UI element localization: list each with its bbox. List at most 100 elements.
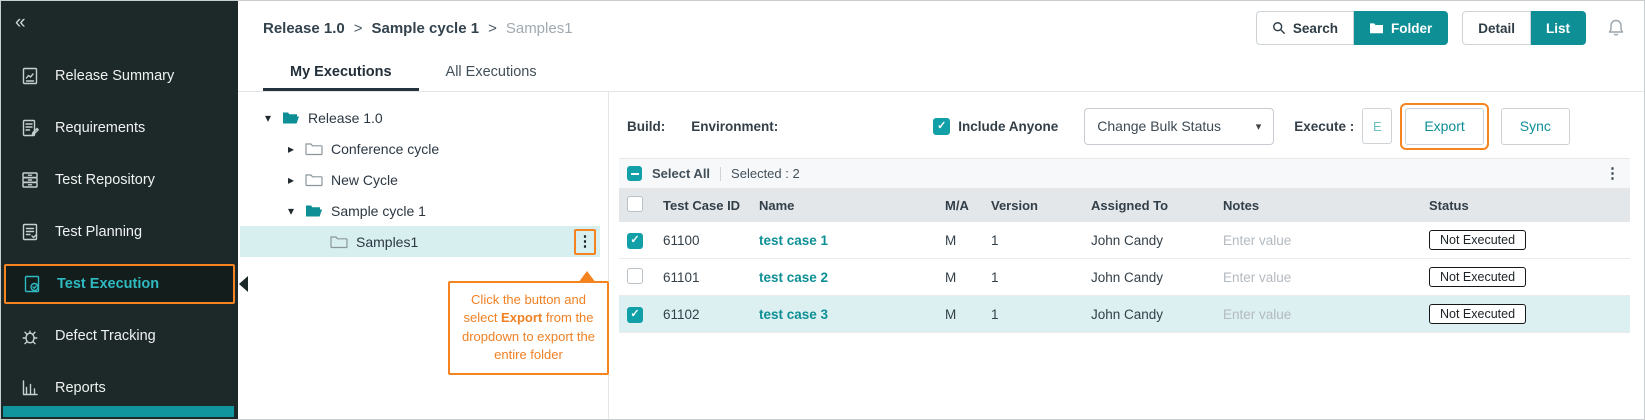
test-case-id-cell: 61100 (653, 233, 749, 248)
folder-view-button[interactable]: Folder (1354, 11, 1448, 45)
tree-node-new-cycle[interactable]: ▸ New Cycle (238, 164, 600, 195)
sidebar-item-test-execution[interactable]: Test Execution (4, 264, 235, 304)
breadcrumb: Release 1.0 > Sample cycle 1 > Samples1 (263, 20, 573, 37)
sidebar-item-requirements[interactable]: Requirements (1, 102, 238, 154)
sidebar-item-release-summary[interactable]: Release Summary (1, 50, 238, 102)
tree-node-label: Sample cycle 1 (331, 203, 426, 219)
table-row[interactable]: 61102 test case 3 M 1 John Candy Enter v… (619, 296, 1630, 333)
status-badge[interactable]: Not Executed (1429, 304, 1526, 324)
breadcrumb-item-release[interactable]: Release 1.0 (263, 20, 345, 37)
tree-node-release-1-0[interactable]: ▾ Release 1.0 (238, 102, 600, 133)
executions-tabs: My Executions All Executions (238, 55, 1644, 92)
collapse-chevrons-icon: « (15, 12, 24, 34)
sidebar-item-label: Test Repository (55, 172, 155, 188)
status-badge[interactable]: Not Executed (1429, 267, 1526, 287)
column-header-version[interactable]: Version (981, 198, 1081, 213)
sidebar-item-label: Reports (55, 380, 106, 396)
content: ▾ Release 1.0 ▸ Conference cycle ▸ (238, 92, 1644, 419)
version-cell: 1 (981, 307, 1081, 322)
column-header-name[interactable]: Name (749, 198, 935, 213)
select-all-checkbox[interactable] (627, 166, 642, 181)
tree-node-label: Release 1.0 (308, 110, 383, 126)
executions-grid: Select All Selected : 2 ⋮ Test Case ID N… (619, 158, 1630, 333)
tree-node-label: Conference cycle (331, 141, 439, 157)
sidebar-nav: Release Summary Requirements Test Reposi… (1, 50, 238, 414)
callout-arrow-up-icon (578, 271, 596, 283)
grid-menu-kebab-icon[interactable]: ⋮ (1605, 166, 1620, 181)
caret-down-icon[interactable]: ▾ (260, 111, 276, 125)
grid-toolbar: Select All Selected : 2 ⋮ (619, 159, 1630, 189)
closed-folder-icon (305, 173, 325, 187)
topbar-actions: Search Folder Detail List (1256, 11, 1626, 45)
sidebar-item-defect-tracking[interactable]: Defect Tracking (1, 310, 238, 362)
row-checkbox[interactable] (627, 307, 643, 323)
test-case-name-link[interactable]: test case 1 (749, 233, 935, 248)
list-button-label: List (1546, 21, 1570, 36)
column-header-ma[interactable]: M/A (935, 198, 981, 213)
breadcrumb-item-current: Samples1 (506, 20, 573, 37)
tree-node-sample-cycle-1[interactable]: ▾ Sample cycle 1 (238, 195, 600, 226)
sidebar-flyout-arrow-icon[interactable] (239, 276, 248, 292)
defect-tracking-bug-icon (19, 325, 41, 347)
include-anyone-checkbox[interactable] (933, 118, 950, 135)
sidebar-item-label: Defect Tracking (55, 328, 156, 344)
execute-label: Execute : (1294, 119, 1354, 134)
closed-folder-icon (305, 142, 325, 156)
caret-right-icon[interactable]: ▸ (283, 173, 299, 187)
column-header-status[interactable]: Status (1419, 198, 1630, 213)
column-header-test-case-id[interactable]: Test Case ID (653, 198, 749, 213)
test-repository-icon (19, 169, 41, 191)
test-case-id-cell: 61101 (653, 270, 749, 285)
folder-menu-kebab-button[interactable]: ⋮ (574, 229, 596, 255)
notes-input[interactable]: Enter value (1213, 270, 1419, 285)
include-anyone-label: Include Anyone (958, 119, 1058, 134)
sidebar-collapse-button[interactable]: « (1, 1, 238, 45)
row-checkbox[interactable] (627, 268, 643, 284)
row-checkbox[interactable] (627, 233, 643, 249)
sidebar-item-label: Test Planning (55, 224, 142, 240)
divider (720, 167, 721, 181)
search-folder-toggle: Search Folder (1256, 11, 1448, 45)
notes-input[interactable]: Enter value (1213, 307, 1419, 322)
column-header-notes[interactable]: Notes (1213, 198, 1419, 213)
export-hint-callout: Click the button and select Export from … (448, 281, 609, 375)
tree-node-conference-cycle[interactable]: ▸ Conference cycle (238, 133, 600, 164)
table-row[interactable]: 61101 test case 2 M 1 John Candy Enter v… (619, 259, 1630, 296)
status-badge[interactable]: Not Executed (1429, 230, 1526, 250)
breadcrumb-item-cycle[interactable]: Sample cycle 1 (372, 20, 480, 37)
execute-button[interactable]: E (1362, 108, 1392, 144)
release-summary-icon (19, 65, 41, 87)
ma-cell: M (935, 270, 981, 285)
caret-right-icon[interactable]: ▸ (283, 142, 299, 156)
sidebar: « Release Summary Requirements Test Repo… (1, 1, 238, 419)
requirements-icon (19, 117, 41, 139)
tab-my-executions[interactable]: My Executions (263, 55, 419, 91)
tree-node-samples1[interactable]: ▸ Samples1 ⋮ (240, 226, 600, 257)
export-button[interactable]: Export (1405, 108, 1483, 145)
column-header-assigned-to[interactable]: Assigned To (1081, 198, 1213, 213)
version-cell: 1 (981, 233, 1081, 248)
sync-button[interactable]: Sync (1501, 108, 1570, 145)
test-case-name-link[interactable]: test case 3 (749, 307, 935, 322)
detail-view-button[interactable]: Detail (1462, 11, 1531, 45)
sidebar-item-test-repository[interactable]: Test Repository (1, 154, 238, 206)
sidebar-item-label: Release Summary (55, 68, 174, 84)
notes-input[interactable]: Enter value (1213, 233, 1419, 248)
grid-header-row: Test Case ID Name M/A Version Assigned T… (619, 189, 1630, 222)
change-bulk-status-dropdown[interactable]: Change Bulk Status ▾ (1084, 108, 1274, 145)
tab-all-executions[interactable]: All Executions (419, 55, 564, 91)
test-case-name-link[interactable]: test case 2 (749, 270, 935, 285)
notifications-bell-icon[interactable] (1606, 18, 1626, 38)
detail-button-label: Detail (1478, 21, 1515, 36)
environment-label: Environment: (691, 119, 778, 134)
list-view-button[interactable]: List (1531, 11, 1586, 45)
header-checkbox[interactable] (627, 196, 643, 212)
search-button[interactable]: Search (1256, 11, 1354, 45)
caret-down-icon[interactable]: ▾ (283, 204, 299, 218)
version-cell: 1 (981, 270, 1081, 285)
table-row[interactable]: 61100 test case 1 M 1 John Candy Enter v… (619, 222, 1630, 259)
select-all-label[interactable]: Select All (652, 166, 710, 181)
sidebar-item-test-planning[interactable]: Test Planning (1, 206, 238, 258)
assigned-to-cell: John Candy (1081, 307, 1213, 322)
kebab-icon: ⋮ (578, 234, 593, 249)
